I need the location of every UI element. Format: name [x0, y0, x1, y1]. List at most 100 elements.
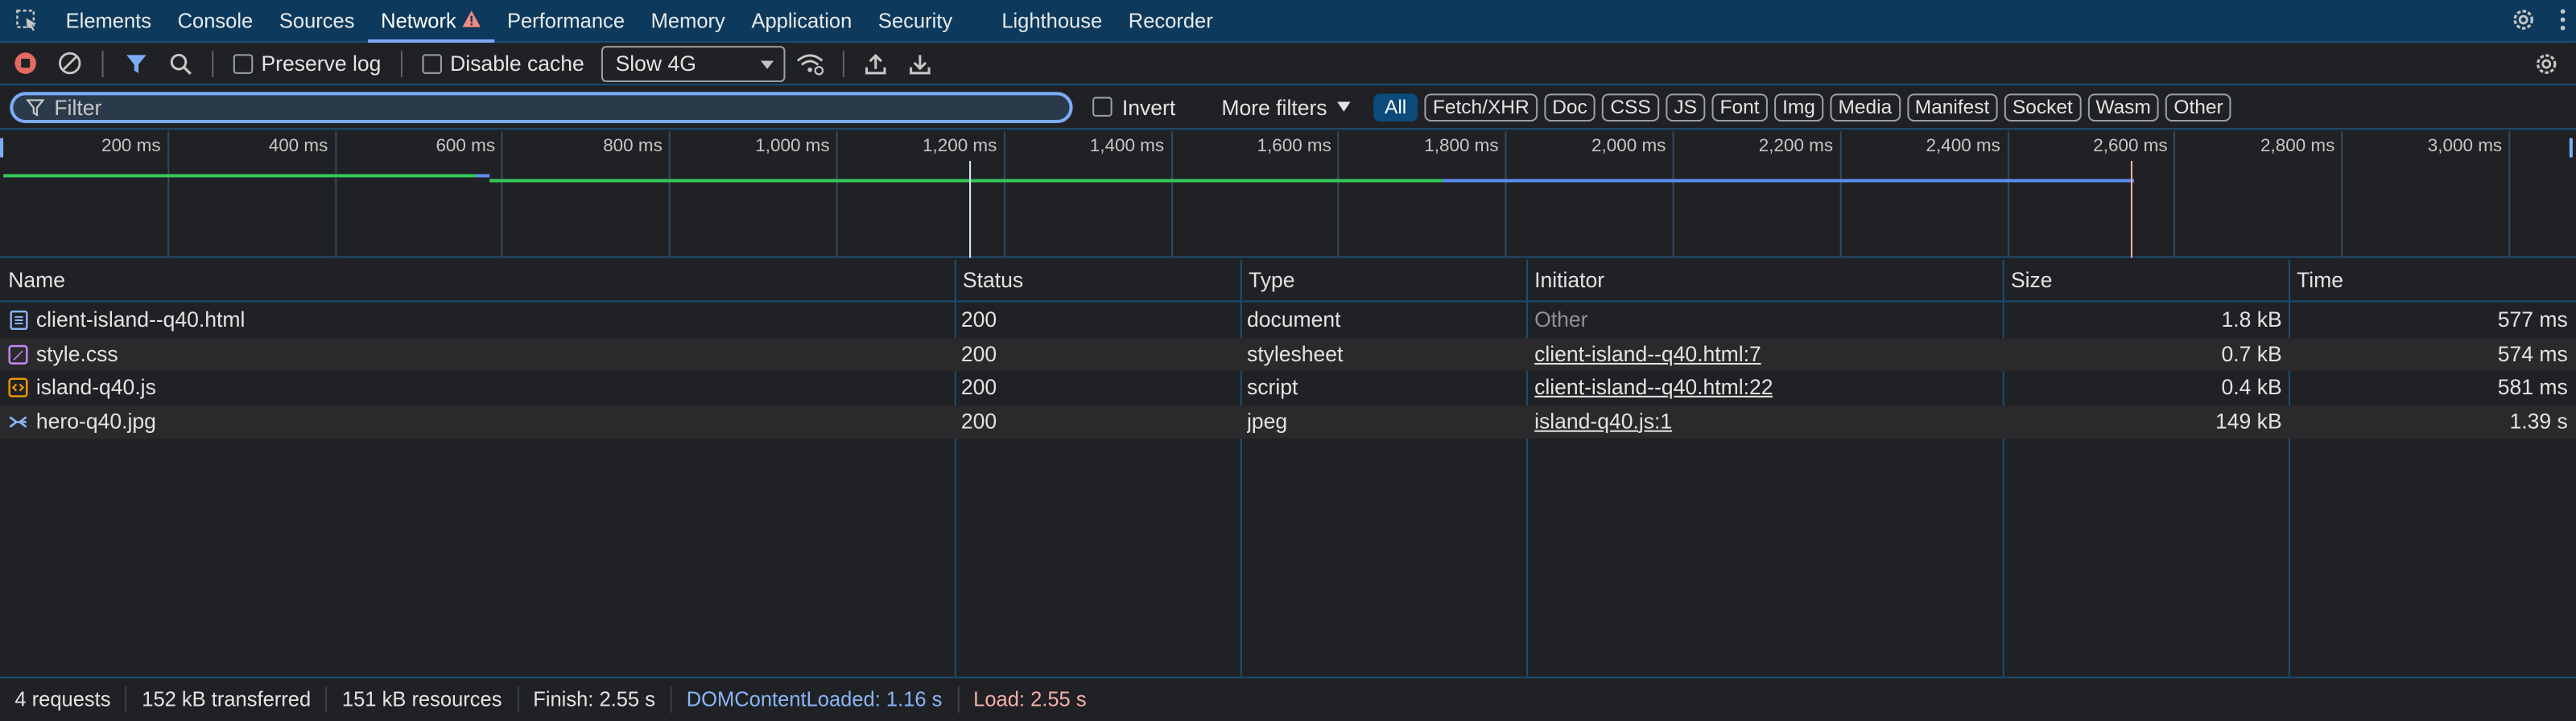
initiator-link[interactable]: client-island--q40.html:22: [1534, 371, 1773, 405]
disable-cache-checkbox[interactable]: Disable cache: [422, 51, 584, 76]
filter-toggle-icon[interactable]: [114, 42, 158, 84]
invert-box[interactable]: [1092, 97, 1113, 117]
tab-console[interactable]: Console: [164, 0, 266, 42]
throttling-select[interactable]: Slow 4G: [601, 45, 785, 82]
filter-bar: Filter Invert More filters All Fetch/XHR…: [0, 85, 2576, 130]
status-cell: 200: [960, 340, 997, 366]
inspect-element-icon[interactable]: [0, 0, 52, 42]
request-name: island-q40.js: [35, 374, 156, 399]
disable-cache-box[interactable]: [422, 53, 442, 73]
filter-chip-manifest[interactable]: Manifest: [1906, 93, 1998, 121]
filter-chip-socket[interactable]: Socket: [2004, 93, 2081, 121]
network-overview-timeline[interactable]: 200 ms 400 ms 600 ms 800 ms 1,000 ms 1,200 ms…: [0, 131, 2576, 258]
request-name-cell[interactable]: hero-q40.jpg: [8, 405, 156, 439]
status-cell: 200: [960, 307, 997, 332]
search-icon[interactable]: [158, 42, 202, 84]
invert-checkbox[interactable]: Invert: [1092, 94, 1175, 119]
filter-chip-js[interactable]: JS: [1666, 93, 1706, 121]
filter-chip-css[interactable]: CSS: [1602, 93, 1659, 121]
preserve-log-label: Preserve log: [261, 51, 382, 76]
tab-network[interactable]: Network: [367, 0, 494, 43]
initiator-link[interactable]: client-island--q40.html:7: [1534, 337, 1761, 371]
toolbar-divider: [400, 50, 402, 76]
disable-cache-label: Disable cache: [450, 51, 584, 76]
size-cell: 0.4 kB: [2221, 374, 2282, 399]
tab-recorder[interactable]: Recorder: [1115, 0, 1226, 42]
table-row[interactable]: island-q40.js 200 script client-island--…: [0, 371, 2576, 405]
preserve-log-checkbox[interactable]: Preserve log: [233, 51, 382, 76]
filter-chip-font[interactable]: Font: [1711, 93, 1768, 121]
export-har-icon[interactable]: [898, 42, 943, 84]
type-cell: jpeg: [1246, 408, 1288, 433]
more-filters-dropdown[interactable]: More filters: [1221, 94, 1351, 119]
filter-chip-fetch-xhr[interactable]: Fetch/XHR: [1424, 93, 1538, 121]
overview-gridline: [1672, 131, 1674, 258]
import-har-icon[interactable]: [853, 42, 898, 84]
dom-content-loaded-time: DOMContentLoaded: 1.16 s: [671, 686, 959, 712]
request-name: hero-q40.jpg: [35, 408, 156, 433]
filter-input[interactable]: Filter: [10, 91, 1073, 123]
devtools-main-tabbar: Elements Console Sources Network Perform…: [0, 0, 2576, 43]
filter-chip-media[interactable]: Media: [1830, 93, 1901, 121]
request-name: style.css: [35, 340, 118, 366]
column-header-type[interactable]: Type: [1241, 259, 1295, 302]
overview-gridline: [2007, 131, 2009, 258]
throttling-value: Slow 4G: [615, 51, 696, 76]
stop-recording-button[interactable]: [3, 42, 47, 84]
tab-memory[interactable]: Memory: [638, 0, 738, 42]
filter-chip-doc[interactable]: Doc: [1544, 93, 1596, 121]
overview-left-handle[interactable]: [0, 138, 4, 158]
filter-chip-other[interactable]: Other: [2165, 93, 2231, 121]
request-name-cell[interactable]: island-q40.js: [8, 371, 156, 405]
overview-request-bar: [3, 174, 477, 178]
time-cell: 1.39 s: [2509, 408, 2568, 433]
load-time: Load: 2.55 s: [973, 687, 1087, 711]
overview-gridline: [1003, 131, 1005, 258]
toolbar-divider: [212, 50, 214, 76]
more-options-icon[interactable]: [2560, 7, 2566, 35]
column-header-time[interactable]: Time: [2289, 259, 2343, 302]
table-row[interactable]: hero-q40.jpg 200 jpeg island-q40.js:1 14…: [0, 405, 2576, 439]
table-row[interactable]: style.css 200 stylesheet client-island--…: [0, 337, 2576, 372]
tab-performance[interactable]: Performance: [494, 0, 638, 42]
filter-chip-all[interactable]: All: [1373, 93, 1418, 121]
overview-request-bar: [489, 179, 1443, 183]
settings-gear-icon[interactable]: [2510, 6, 2537, 37]
tab-lighthouse[interactable]: Lighthouse: [989, 0, 1115, 42]
tab-application[interactable]: Application: [738, 0, 865, 42]
network-toolbar: Preserve log Disable cache Slow 4G: [0, 42, 2576, 86]
overview-gridline: [2508, 131, 2511, 258]
type-cell: document: [1246, 307, 1341, 332]
column-header-size[interactable]: Size: [2003, 259, 2053, 302]
request-name-cell[interactable]: style.css: [8, 337, 118, 371]
column-header-status[interactable]: Status: [955, 259, 1023, 302]
column-header-initiator[interactable]: Initiator: [1526, 259, 1604, 302]
table-row[interactable]: client-island--q40.html 200 document Oth…: [0, 304, 2576, 338]
size-cell: 1.8 kB: [2221, 307, 2282, 332]
document-icon: [8, 311, 27, 331]
initiator-link[interactable]: island-q40.js:1: [1534, 405, 1672, 439]
type-cell: stylesheet: [1246, 340, 1344, 366]
warning-icon: [461, 1, 481, 43]
overview-request-bar: [1442, 179, 2134, 183]
network-conditions-icon[interactable]: [788, 42, 832, 84]
overview-tick-label: 3,000 ms: [2427, 136, 2503, 156]
column-header-name[interactable]: Name: [0, 259, 65, 302]
tab-sources[interactable]: Sources: [266, 0, 368, 42]
overview-tick-label: 2,800 ms: [2260, 136, 2335, 156]
overview-tick-label: 1,000 ms: [755, 136, 830, 156]
load-marker: [2131, 160, 2133, 258]
finish-time: Finish: 2.55 s: [518, 686, 672, 712]
filter-chip-wasm[interactable]: Wasm: [2087, 93, 2160, 121]
resource-type-filters: All Fetch/XHR Doc CSS JS Font Img Media …: [1373, 93, 2231, 121]
tab-security[interactable]: Security: [865, 0, 966, 42]
network-settings-gear-icon[interactable]: [2533, 51, 2560, 82]
request-name-cell[interactable]: client-island--q40.html: [8, 304, 245, 338]
tab-elements[interactable]: Elements: [52, 0, 164, 42]
overview-gridline: [668, 131, 671, 258]
overview-tick-label: 2,400 ms: [1926, 136, 2000, 156]
overview-right-handle[interactable]: [2569, 138, 2573, 158]
filter-chip-img[interactable]: Img: [1773, 93, 1824, 121]
preserve-log-box[interactable]: [233, 53, 254, 73]
clear-log-button[interactable]: [47, 42, 92, 84]
